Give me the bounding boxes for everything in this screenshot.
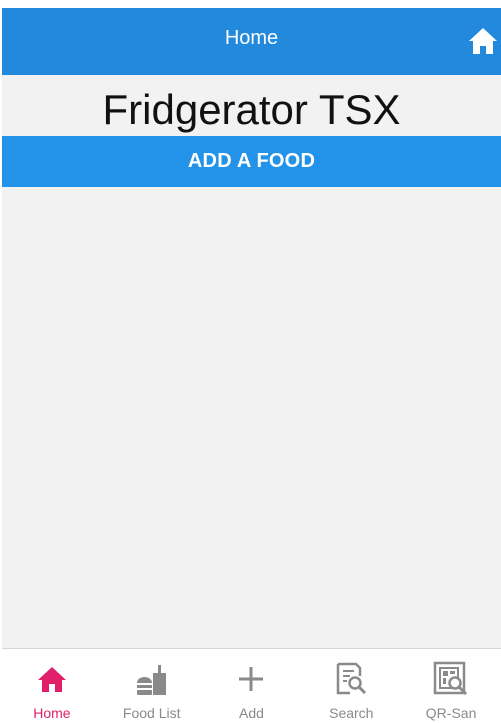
tab-label: QR-San [425,705,477,721]
qr-scan-icon [433,661,468,696]
header-home-button[interactable] [467,26,499,56]
home-icon [37,667,66,692]
tab-label: Search [329,705,374,721]
app-header: Home [2,8,501,75]
page-title: Fridgerator TSX [102,86,401,133]
tab-home[interactable]: Home [2,649,102,723]
food-icon [136,665,166,695]
tab-label: Add [239,705,264,721]
search-document-icon [337,662,367,695]
tab-search[interactable]: Search [301,649,401,723]
tab-qr-scan[interactable]: QR-San [401,649,501,723]
add-food-button[interactable]: ADD A FOOD [2,136,501,187]
bottom-tab-bar: Home Food List Add Search QR-San [2,648,501,723]
tab-label: Food List [122,705,181,721]
home-icon [469,28,497,54]
app-frame: Home Fridgerator TSX ADD A FOOD Home Foo… [2,8,501,723]
tab-add[interactable]: Add [202,649,302,723]
header-title: Home [224,27,279,49]
plus-icon [239,667,264,691]
tab-label: Home [33,705,71,721]
tab-food-list[interactable]: Food List [102,649,202,723]
